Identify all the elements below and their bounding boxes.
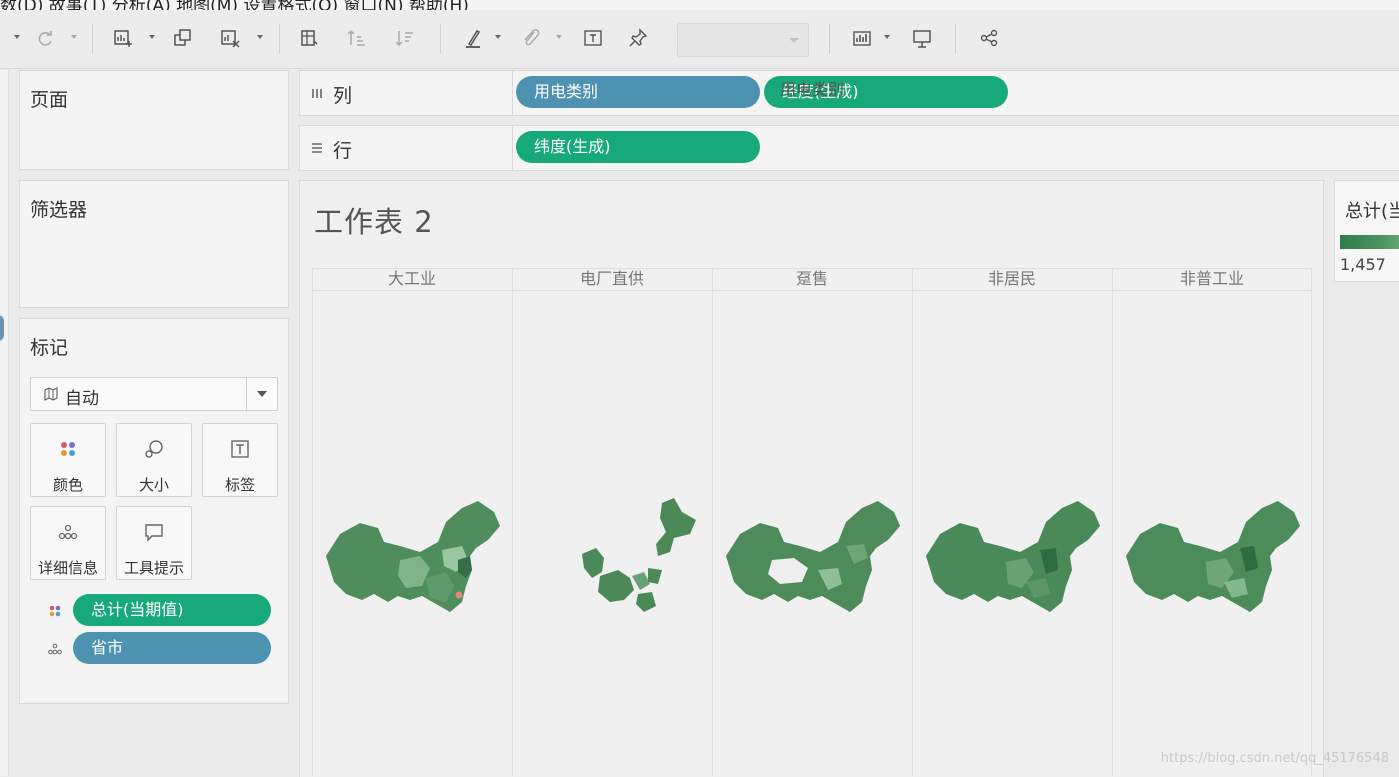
column-header-general-industry[interactable]: 非普工业 — [1112, 268, 1312, 290]
color-button[interactable]: 颜色 — [30, 423, 106, 497]
column-header-non-residential[interactable]: 非居民 — [912, 268, 1112, 290]
color-field-pill-label: 总计(当期值) — [91, 600, 184, 619]
shelf-divider — [512, 126, 513, 170]
duplicate-sheet-icon[interactable] — [172, 27, 194, 49]
china-map-wholesale[interactable] — [722, 498, 902, 616]
color-button-label: 颜色 — [52, 476, 83, 494]
show-me-dropdown-caret[interactable] — [884, 35, 890, 39]
legend-title: 总计(当 — [1345, 201, 1399, 222]
pages-card[interactable]: 页面 — [19, 70, 289, 170]
chevron-down-icon — [789, 38, 799, 43]
map-mark-icon — [43, 386, 59, 402]
toolbar-divider — [440, 24, 441, 54]
swap-rows-columns-icon[interactable] — [298, 27, 320, 49]
pane-collapse-handle[interactable] — [0, 315, 4, 341]
marks-title: 标记 — [30, 337, 69, 359]
filters-card[interactable]: 筛选器 — [19, 180, 289, 308]
detail-button-label: 详细信息 — [37, 559, 98, 577]
pin-icon[interactable] — [627, 27, 649, 49]
sort-ascending-icon[interactable] — [346, 27, 368, 49]
data-pane-edge — [0, 70, 9, 776]
marks-card: 标记 自动 颜色 大小 标签 详细信息 工具提示 总计(当期值) 省市 — [19, 318, 289, 704]
rows-pill-latitude-label: 纬度(生成) — [534, 137, 611, 156]
china-map-non-residential[interactable] — [922, 498, 1102, 616]
label-icon[interactable] — [582, 27, 604, 49]
menu-bar-text[interactable]: 数(D) 故事(T) 分析(A) 地图(M) 设置格式(O) 窗口(N) 帮助(… — [0, 0, 469, 10]
group-icon[interactable] — [520, 27, 542, 49]
redo-icon[interactable] — [34, 27, 56, 49]
chevron-down-icon[interactable] — [257, 391, 267, 397]
detail-icon — [47, 641, 63, 657]
rows-shelf-label: 行 — [333, 140, 353, 162]
detail-icon — [57, 521, 79, 543]
toolbar-divider — [92, 24, 93, 54]
column-header-large-industry[interactable]: 大工业 — [312, 268, 512, 290]
label-button[interactable]: 标签 — [202, 423, 278, 497]
label-button-label: 标签 — [224, 476, 255, 494]
color-legend[interactable]: 总计(当 1,457 — [1334, 180, 1399, 282]
new-worksheet-icon[interactable] — [112, 27, 134, 49]
highlight-dropdown-caret[interactable] — [495, 35, 501, 39]
tooltip-button-label: 工具提示 — [123, 559, 184, 577]
tooltip-button[interactable]: 工具提示 — [116, 506, 192, 580]
clear-sheet-icon[interactable] — [219, 27, 241, 49]
toolbar-divider — [955, 24, 956, 54]
redo-dropdown-caret[interactable] — [71, 35, 77, 39]
presentation-icon[interactable] — [911, 27, 933, 49]
column-divider — [712, 268, 713, 776]
size-icon — [143, 438, 165, 460]
column-divider — [1311, 268, 1312, 776]
new-sheet-dropdown-caret[interactable] — [149, 35, 155, 39]
color-icon — [57, 438, 79, 460]
clear-dropdown-caret[interactable] — [257, 35, 263, 39]
size-button[interactable]: 大小 — [116, 423, 192, 497]
show-me-icon[interactable] — [851, 27, 873, 49]
detail-button[interactable]: 详细信息 — [30, 506, 106, 580]
legend-min-value: 1,457 — [1340, 255, 1386, 274]
size-button-label: 大小 — [138, 476, 169, 494]
pages-title: 页面 — [30, 89, 69, 111]
detail-field-pill[interactable]: 省市 — [73, 632, 271, 664]
group-dropdown-caret[interactable] — [556, 35, 562, 39]
mark-type-dropdown[interactable]: 自动 — [30, 377, 278, 411]
detail-field-pill-label: 省市 — [91, 638, 124, 657]
tooltip-icon — [143, 521, 165, 543]
china-map-large-industry[interactable] — [322, 498, 502, 616]
mark-type-label: 自动 — [65, 389, 99, 409]
toolbar — [0, 10, 1399, 69]
watermark: https://blog.csdn.net/qq_45176548 — [1160, 751, 1389, 766]
header-bottom-line — [312, 290, 1312, 291]
rows-icon — [310, 140, 324, 154]
rows-pill-latitude[interactable]: 纬度(生成) — [516, 131, 760, 163]
column-group-header: 用电类别 — [779, 80, 844, 99]
fit-dropdown[interactable] — [677, 23, 809, 57]
column-divider — [912, 268, 913, 776]
china-map-general-industry[interactable] — [1122, 498, 1302, 616]
sort-descending-icon[interactable] — [394, 27, 416, 49]
share-icon[interactable] — [978, 27, 1000, 49]
column-divider — [512, 268, 513, 776]
column-divider — [1112, 268, 1113, 776]
undo-dropdown-caret[interactable] — [14, 35, 20, 39]
column-header-wholesale[interactable]: 趸售 — [712, 268, 912, 290]
highlight-icon[interactable] — [462, 27, 484, 49]
china-map-power-plant-direct[interactable] — [578, 498, 703, 616]
label-icon — [229, 438, 251, 460]
filters-title: 筛选器 — [30, 199, 88, 221]
column-divider — [312, 268, 313, 776]
legend-gradient — [1340, 235, 1399, 249]
toolbar-divider — [829, 24, 830, 54]
dropdown-divider — [246, 378, 247, 410]
worksheet-title[interactable]: 工作表 2 — [314, 199, 434, 241]
rows-shelf[interactable]: 行 — [299, 125, 1399, 171]
column-header-power-plant-direct[interactable]: 电厂直供 — [512, 268, 712, 290]
toolbar-divider — [279, 24, 280, 54]
menu-bar[interactable]: 数(D) 故事(T) 分析(A) 地图(M) 设置格式(O) 窗口(N) 帮助(… — [0, 0, 1399, 10]
color-field-pill[interactable]: 总计(当期值) — [73, 594, 271, 626]
color-icon — [47, 603, 63, 619]
